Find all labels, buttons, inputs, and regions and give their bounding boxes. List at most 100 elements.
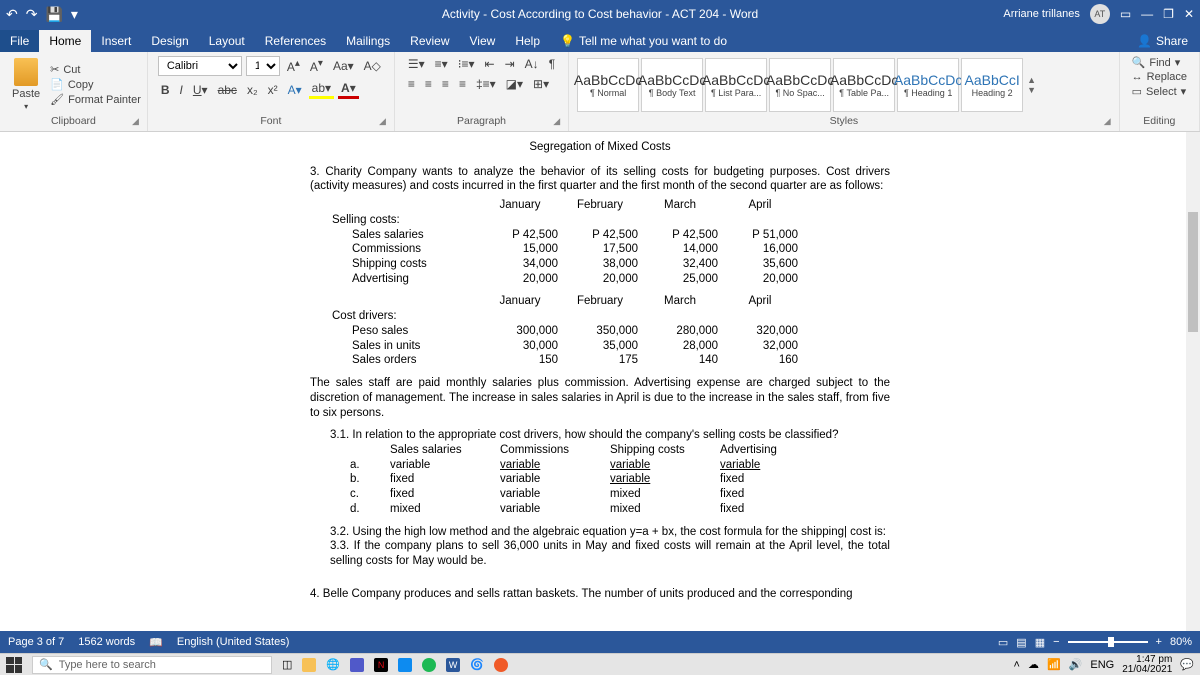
- bold-button[interactable]: B: [158, 82, 173, 98]
- borders-button[interactable]: ⊞▾: [530, 76, 552, 92]
- status-words[interactable]: 1562 words: [78, 636, 135, 648]
- copy-button[interactable]: 📄 Copy: [50, 78, 141, 91]
- spellcheck-icon[interactable]: 📖: [149, 636, 163, 649]
- user-avatar[interactable]: AT: [1090, 4, 1110, 24]
- status-page[interactable]: Page 3 of 7: [8, 636, 64, 648]
- decrease-indent-button[interactable]: ⇤: [482, 56, 498, 72]
- style---body-text[interactable]: AaBbCcDc¶ Body Text: [641, 58, 703, 112]
- tray-up-icon[interactable]: ˄: [1014, 659, 1020, 671]
- ribbon-display-icon[interactable]: ▭: [1120, 7, 1131, 21]
- font-size-select[interactable]: 11: [246, 56, 280, 76]
- zoom-level[interactable]: 80%: [1170, 636, 1192, 648]
- style---heading-1[interactable]: AaBbCcDc¶ Heading 1: [897, 58, 959, 112]
- scroll-thumb[interactable]: [1188, 212, 1198, 332]
- redo-icon[interactable]: ↷: [26, 6, 38, 23]
- close-icon[interactable]: ✕: [1184, 7, 1194, 21]
- paste-button[interactable]: Paste ▾: [6, 58, 46, 111]
- zoom-out-button[interactable]: −: [1053, 636, 1059, 648]
- notifications-icon[interactable]: 💬: [1180, 658, 1194, 671]
- select-button[interactable]: ▭ Select ▾: [1132, 85, 1187, 98]
- style---table-pa---[interactable]: AaBbCcDc¶ Table Pa...: [833, 58, 895, 112]
- format-painter-button[interactable]: 🖌 Format Painter: [50, 93, 141, 106]
- spotify-icon[interactable]: [422, 658, 436, 672]
- line-spacing-button[interactable]: ‡≡▾: [473, 76, 499, 92]
- tab-review[interactable]: Review: [400, 30, 459, 52]
- styles-dialog-icon[interactable]: ◢: [1104, 116, 1111, 127]
- styles-more-button[interactable]: ▲▼: [1025, 75, 1038, 95]
- style---no-spac---[interactable]: AaBbCcDc¶ No Spac...: [769, 58, 831, 112]
- style---list-para---[interactable]: AaBbCcDc¶ List Para...: [705, 58, 767, 112]
- align-center-button[interactable]: ≡: [422, 76, 435, 92]
- tab-mailings[interactable]: Mailings: [336, 30, 400, 52]
- teams-icon[interactable]: [350, 658, 364, 672]
- font-name-select[interactable]: Calibri: [158, 56, 242, 76]
- sound-icon[interactable]: 🔊: [1069, 658, 1083, 671]
- text-effects-button[interactable]: A▾: [285, 82, 305, 98]
- zoom-in-button[interactable]: +: [1156, 636, 1162, 648]
- save-icon[interactable]: 💾: [45, 6, 62, 23]
- grow-font-button[interactable]: A▴: [284, 57, 303, 75]
- clear-format-button[interactable]: A◇: [361, 58, 384, 74]
- web-layout-icon[interactable]: ▦: [1035, 636, 1045, 649]
- edge-icon[interactable]: 🌀: [470, 658, 484, 671]
- wifi-icon[interactable]: 📶: [1047, 658, 1061, 671]
- tell-me-search[interactable]: 💡 Tell me what you want to do: [550, 30, 1127, 52]
- tab-home[interactable]: Home: [39, 30, 91, 52]
- show-marks-button[interactable]: ¶: [546, 56, 558, 72]
- vertical-scrollbar[interactable]: [1186, 132, 1200, 631]
- increase-indent-button[interactable]: ⇥: [502, 56, 518, 72]
- tab-help[interactable]: Help: [505, 30, 550, 52]
- style-heading-2[interactable]: AaBbCcIHeading 2: [961, 58, 1023, 112]
- zoom-slider[interactable]: [1068, 641, 1148, 643]
- taskbar-search[interactable]: 🔍 Type here to search: [32, 656, 272, 674]
- getstarted-icon[interactable]: [494, 658, 508, 672]
- clipboard-dialog-icon[interactable]: ◢: [132, 116, 139, 127]
- task-view-icon[interactable]: ◫: [282, 658, 292, 671]
- status-language[interactable]: English (United States): [177, 636, 290, 648]
- tab-references[interactable]: References: [255, 30, 336, 52]
- tab-view[interactable]: View: [460, 30, 506, 52]
- chrome-icon[interactable]: 🌐: [326, 658, 340, 671]
- clock[interactable]: 1:47 pm21/04/2021: [1122, 655, 1172, 675]
- qat-more-icon[interactable]: ▾: [71, 6, 78, 23]
- lang-indicator[interactable]: ENG: [1090, 659, 1114, 671]
- superscript-button[interactable]: x²: [265, 82, 281, 98]
- tab-design[interactable]: Design: [141, 30, 198, 52]
- shrink-font-button[interactable]: A▾: [307, 57, 326, 75]
- word-icon[interactable]: W: [446, 658, 460, 672]
- read-mode-icon[interactable]: ▭: [998, 636, 1008, 649]
- replace-button[interactable]: ↔ Replace: [1132, 71, 1187, 83]
- numbering-button[interactable]: ≡▾: [432, 56, 451, 72]
- user-name[interactable]: Arriane trillanes: [1003, 8, 1079, 20]
- netflix-icon[interactable]: N: [374, 658, 388, 672]
- justify-button[interactable]: ≡: [456, 76, 469, 92]
- change-case-button[interactable]: Aa▾: [330, 58, 357, 74]
- tab-layout[interactable]: Layout: [199, 30, 255, 52]
- multilevel-button[interactable]: ⁝≡▾: [455, 56, 478, 72]
- style---normal[interactable]: AaBbCcDc¶ Normal: [577, 58, 639, 112]
- cut-button[interactable]: ✂ Cut: [50, 63, 141, 76]
- explorer-icon[interactable]: [302, 658, 316, 672]
- print-layout-icon[interactable]: ▤: [1016, 636, 1026, 649]
- highlight-button[interactable]: ab▾: [309, 80, 334, 99]
- font-color-button[interactable]: A▾: [338, 80, 359, 99]
- shading-button[interactable]: ◪▾: [503, 76, 526, 92]
- sort-button[interactable]: A↓: [522, 56, 542, 72]
- start-button[interactable]: [6, 657, 22, 673]
- underline-button[interactable]: U▾: [190, 82, 211, 98]
- maximize-icon[interactable]: ❐: [1163, 7, 1174, 21]
- minimize-icon[interactable]: —: [1141, 7, 1153, 21]
- bullets-button[interactable]: ☰▾: [405, 56, 428, 72]
- font-dialog-icon[interactable]: ◢: [379, 116, 386, 127]
- document-area[interactable]: Segregation of Mixed Costs 3. Charity Co…: [0, 132, 1200, 631]
- onedrive-icon[interactable]: ☁: [1028, 658, 1039, 671]
- align-right-button[interactable]: ≡: [439, 76, 452, 92]
- share-button[interactable]: 👤 Share: [1127, 30, 1200, 52]
- strike-button[interactable]: abc: [215, 82, 240, 98]
- italic-button[interactable]: I: [177, 82, 186, 98]
- align-left-button[interactable]: ≡: [405, 76, 418, 92]
- subscript-button[interactable]: x₂: [244, 82, 261, 98]
- tab-insert[interactable]: Insert: [91, 30, 141, 52]
- paragraph-dialog-icon[interactable]: ◢: [553, 116, 560, 127]
- find-button[interactable]: 🔍 Find ▾: [1132, 56, 1181, 69]
